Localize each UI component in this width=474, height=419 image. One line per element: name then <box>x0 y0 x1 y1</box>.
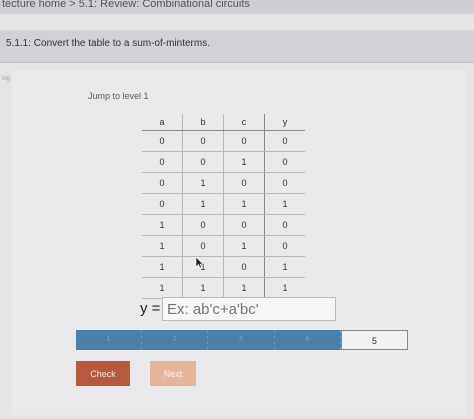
answer-input[interactable] <box>162 297 336 321</box>
table-row: 1010 <box>142 235 305 257</box>
cell-b: 0 <box>182 151 224 173</box>
next-button[interactable]: Next <box>150 361 196 386</box>
cell-b: 0 <box>182 235 224 257</box>
cell-c: 1 <box>223 277 265 299</box>
cell-y: 0 <box>264 235 305 257</box>
cell-a: 0 <box>142 151 183 173</box>
table-row: 1000 <box>142 214 305 236</box>
cell-y: 0 <box>264 151 305 173</box>
header-b: b <box>182 114 224 131</box>
cell-b: 1 <box>182 256 224 278</box>
cell-a: 0 <box>142 130 183 152</box>
truth-table-header-row: a b c y <box>142 114 305 131</box>
cell-a: 1 <box>142 277 183 299</box>
cell-y: 1 <box>264 256 305 278</box>
cell-y: 1 <box>264 193 305 215</box>
cell-c: 1 <box>223 235 265 257</box>
table-row: 0010 <box>142 151 305 173</box>
cell-a: 0 <box>142 172 183 194</box>
header-c: c <box>223 114 265 131</box>
activity-header: 5.1.1: Convert the table to a sum-of-min… <box>0 30 474 63</box>
level-2-segment[interactable]: 2 <box>142 330 209 350</box>
cell-c: 0 <box>223 172 265 194</box>
breadcrumb[interactable]: tecture home > 5.1: Review: Combinationa… <box>0 0 474 14</box>
level-progress-bar: 12345 <box>76 330 409 350</box>
cell-b: 1 <box>182 172 224 194</box>
cell-b: 1 <box>182 277 224 299</box>
cell-c: 1 <box>223 151 265 173</box>
level-3-segment[interactable]: 3 <box>208 330 275 350</box>
check-button[interactable]: Check <box>76 361 130 386</box>
truth-table: a b c y 00000010010001111000101011011111 <box>142 114 305 299</box>
table-row: 0111 <box>142 193 305 215</box>
mouse-cursor-icon <box>195 257 203 269</box>
cell-a: 0 <box>142 193 183 215</box>
level-1-segment[interactable]: 1 <box>76 330 143 350</box>
cell-c: 0 <box>223 256 265 278</box>
cell-y: 1 <box>264 277 305 299</box>
jump-to-level-link[interactable]: Jump to level 1 <box>88 91 149 101</box>
cell-b: 0 <box>182 214 224 236</box>
cell-y: 0 <box>264 172 305 194</box>
level-4-segment[interactable]: 4 <box>274 330 341 350</box>
cell-c: 0 <box>223 214 265 236</box>
cell-b: 1 <box>182 193 224 215</box>
header-a: a <box>142 114 183 131</box>
cell-b: 0 <box>182 130 224 152</box>
page-title: 5.1.1: Convert the table to a sum-of-min… <box>6 38 210 49</box>
equation-label: y = <box>140 300 161 317</box>
table-row: 1101 <box>142 256 305 278</box>
cell-y: 0 <box>264 214 305 236</box>
cell-c: 1 <box>223 193 265 215</box>
cell-c: 0 <box>223 130 265 152</box>
table-row: 0000 <box>142 130 305 152</box>
table-row: 0100 <box>142 172 305 194</box>
cell-a: 1 <box>142 214 183 236</box>
table-row: 1111 <box>142 277 305 299</box>
breadcrumb-text[interactable]: tecture home > 5.1: Review: Combinationa… <box>2 0 250 10</box>
cell-a: 1 <box>142 256 183 278</box>
cell-y: 0 <box>264 130 305 152</box>
truth-table-body: 00000010010001111000101011011111 <box>142 130 305 299</box>
header-y: y <box>264 114 305 131</box>
cell-a: 1 <box>142 235 183 257</box>
level-5-segment[interactable]: 5 <box>340 330 409 350</box>
